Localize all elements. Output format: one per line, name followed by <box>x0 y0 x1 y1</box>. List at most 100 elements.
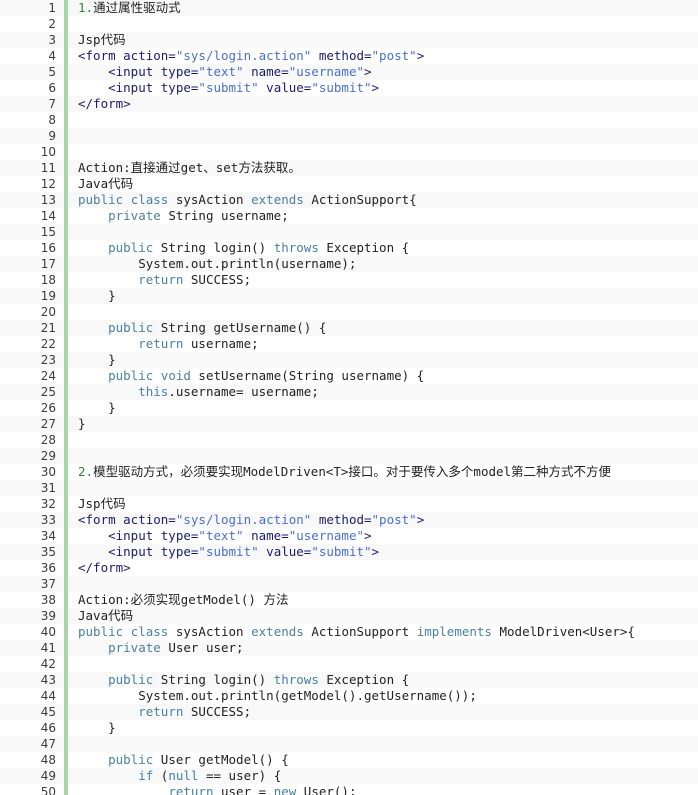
code-line[interactable]: 2 <box>0 16 698 32</box>
code-line-content[interactable]: return SUCCESS; <box>66 704 698 720</box>
code-line[interactable]: 23 } <box>0 352 698 368</box>
code-line[interactable]: 3 Jsp代码 <box>0 32 698 48</box>
code-line-content[interactable]: Java代码 <box>66 176 698 192</box>
code-line[interactable]: 28 <box>0 432 698 448</box>
code-line-content[interactable]: public void setUsername(String username)… <box>66 368 698 384</box>
code-line-content[interactable]: System.out.println(username); <box>66 256 698 272</box>
code-line-content[interactable]: <input type="submit" value="submit"> <box>66 80 698 96</box>
code-line-content[interactable]: <input type="text" name="username"> <box>66 528 698 544</box>
code-line[interactable]: 26 } <box>0 400 698 416</box>
code-line-content[interactable] <box>66 304 698 320</box>
code-line-content[interactable] <box>66 432 698 448</box>
code-line-content[interactable]: <input type="text" name="username"> <box>66 64 698 80</box>
code-line[interactable]: 17 System.out.println(username); <box>0 256 698 272</box>
code-line[interactable]: 24 public void setUsername(String userna… <box>0 368 698 384</box>
code-line-content[interactable]: <form action="sys/login.action" method="… <box>66 48 698 64</box>
code-line-content[interactable] <box>66 576 698 592</box>
code-line[interactable]: 22 return username; <box>0 336 698 352</box>
code-line-content[interactable]: private User user; <box>66 640 698 656</box>
code-line[interactable]: 30 2.模型驱动方式，必须要实现ModelDriven<T>接口。对于要传入多个… <box>0 464 698 480</box>
code-line[interactable]: 46 } <box>0 720 698 736</box>
code-line[interactable]: 43 public String login() throws Exceptio… <box>0 672 698 688</box>
code-line[interactable]: 45 return SUCCESS; <box>0 704 698 720</box>
code-line-content[interactable] <box>66 128 698 144</box>
code-line-content[interactable]: public String getUsername() { <box>66 320 698 336</box>
code-line-content[interactable]: return SUCCESS; <box>66 272 698 288</box>
code-line[interactable]: 6 <input type="submit" value="submit"> <box>0 80 698 96</box>
code-line[interactable]: 48 public User getModel() { <box>0 752 698 768</box>
code-line[interactable]: 50 return user = new User(); <box>0 784 698 795</box>
code-line[interactable]: 41 private User user; <box>0 640 698 656</box>
code-line-content[interactable]: Jsp代码 <box>66 32 698 48</box>
code-line[interactable]: 13 public class sysAction extends ActionS… <box>0 192 698 208</box>
code-line[interactable]: 11 Action:直接通过get、set方法获取。 <box>0 160 698 176</box>
code-line[interactable]: 27} <box>0 416 698 432</box>
code-line-content[interactable] <box>66 16 698 32</box>
code-line[interactable]: 42 <box>0 656 698 672</box>
code-line-content[interactable]: } <box>66 400 698 416</box>
code-line[interactable]: 35 <input type="submit" value="submit"> <box>0 544 698 560</box>
code-line-content[interactable]: <form action="sys/login.action" method="… <box>66 512 698 528</box>
code-line[interactable]: 5 <input type="text" name="username"> <box>0 64 698 80</box>
code-line[interactable]: 37 <box>0 576 698 592</box>
code-line-content[interactable]: return username; <box>66 336 698 352</box>
code-line[interactable]: 32 Jsp代码 <box>0 496 698 512</box>
code-line-content[interactable]: Action:必须实现getModel() 方法 <box>66 592 698 608</box>
code-line-content[interactable] <box>66 480 698 496</box>
code-line[interactable]: 15 <box>0 224 698 240</box>
code-line[interactable]: 7 </form> <box>0 96 698 112</box>
code-line[interactable]: 21 public String getUsername() { <box>0 320 698 336</box>
code-line-content[interactable]: if (null == user) { <box>66 768 698 784</box>
code-line-content[interactable] <box>66 112 698 128</box>
code-line[interactable]: 39 Java代码 <box>0 608 698 624</box>
code-line[interactable]: 20 <box>0 304 698 320</box>
code-line[interactable]: 44 System.out.println(getModel().getUser… <box>0 688 698 704</box>
code-line[interactable]: 25 this.username= username; <box>0 384 698 400</box>
code-line-content[interactable]: </form> <box>66 560 698 576</box>
code-line[interactable]: 1 1.通过属性驱动式 <box>0 0 698 16</box>
code-line[interactable]: 34 <input type="text" name="username"> <box>0 528 698 544</box>
code-line-content[interactable] <box>66 656 698 672</box>
code-line[interactable]: 10 <box>0 144 698 160</box>
code-line[interactable]: 38 Action:必须实现getModel() 方法 <box>0 592 698 608</box>
code-line-content[interactable]: <input type="submit" value="submit"> <box>66 544 698 560</box>
code-viewer[interactable]: 1 1.通过属性驱动式 2 3 Jsp代码 4 <form action="sys/log… <box>0 0 698 795</box>
code-line-content[interactable]: private String username; <box>66 208 698 224</box>
code-line-content[interactable]: public String login() throws Exception { <box>66 672 698 688</box>
code-line[interactable]: 4 <form action="sys/login.action" method=… <box>0 48 698 64</box>
code-line[interactable]: 12 Java代码 <box>0 176 698 192</box>
code-line-content[interactable]: public User getModel() { <box>66 752 698 768</box>
code-line[interactable]: 16 public String login() throws Exceptio… <box>0 240 698 256</box>
code-line-content[interactable]: } <box>66 416 698 432</box>
code-line[interactable]: 19 } <box>0 288 698 304</box>
code-line-content[interactable]: public class sysAction extends ActionSup… <box>66 624 698 640</box>
code-line[interactable]: 47 <box>0 736 698 752</box>
code-line-content[interactable]: this.username= username; <box>66 384 698 400</box>
code-line-content[interactable]: 2.模型驱动方式，必须要实现ModelDriven<T>接口。对于要传入多个mo… <box>66 464 698 480</box>
code-line-content[interactable]: } <box>66 352 698 368</box>
code-line[interactable]: 18 return SUCCESS; <box>0 272 698 288</box>
code-line[interactable]: 33 <form action="sys/login.action" method… <box>0 512 698 528</box>
code-line-content[interactable]: System.out.println(getModel().getUsernam… <box>66 688 698 704</box>
code-line-content[interactable] <box>66 736 698 752</box>
code-line[interactable]: 29 <box>0 448 698 464</box>
code-line-content[interactable]: return user = new User(); <box>66 784 698 795</box>
code-line-content[interactable] <box>66 224 698 240</box>
code-line[interactable]: 14 private String username; <box>0 208 698 224</box>
code-line-content[interactable]: </form> <box>66 96 698 112</box>
code-line-content[interactable]: } <box>66 288 698 304</box>
code-line[interactable]: 8 <box>0 112 698 128</box>
code-line[interactable]: 36 </form> <box>0 560 698 576</box>
code-line-content[interactable]: Jsp代码 <box>66 496 698 512</box>
code-line-content[interactable] <box>66 448 698 464</box>
code-line-content[interactable]: Java代码 <box>66 608 698 624</box>
code-line-content[interactable]: public String login() throws Exception { <box>66 240 698 256</box>
code-line[interactable]: 9 <box>0 128 698 144</box>
code-line[interactable]: 40 public class sysAction extends ActionS… <box>0 624 698 640</box>
code-line-content[interactable]: } <box>66 720 698 736</box>
code-line[interactable]: 49 if (null == user) { <box>0 768 698 784</box>
code-line-content[interactable]: 1.通过属性驱动式 <box>66 0 698 16</box>
code-line-content[interactable]: Action:直接通过get、set方法获取。 <box>66 160 698 176</box>
code-line-content[interactable]: public class sysAction extends ActionSup… <box>66 192 698 208</box>
code-line[interactable]: 31 <box>0 480 698 496</box>
